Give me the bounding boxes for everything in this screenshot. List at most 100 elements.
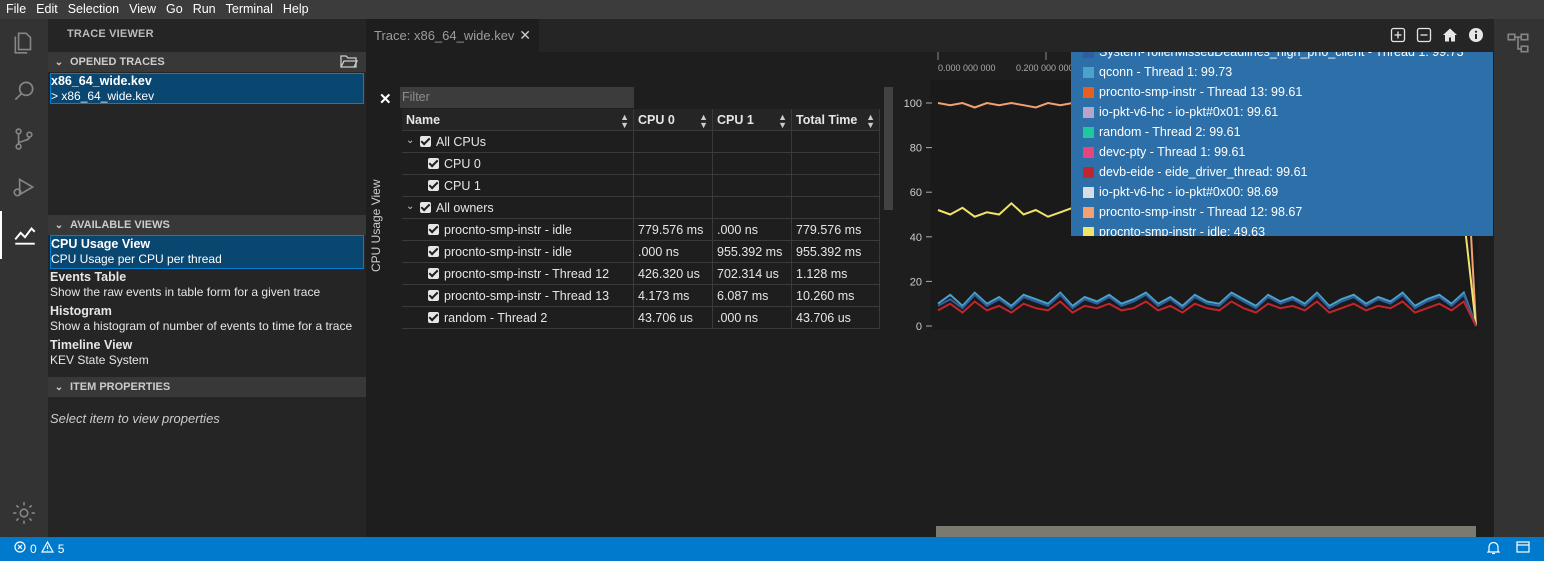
- problems-indicator[interactable]: 0 5: [14, 540, 64, 556]
- legend-item: qconn - Thread 1: 99.73: [1083, 62, 1232, 82]
- view-item-events-table[interactable]: Events Table Show the raw events in tabl…: [50, 270, 364, 300]
- cpu1-cell: .000 ns: [713, 219, 792, 241]
- explorer-icon[interactable]: [0, 19, 48, 67]
- run-debug-icon[interactable]: [0, 163, 48, 211]
- legend-swatch: [1083, 146, 1094, 158]
- menu-file[interactable]: File: [0, 0, 31, 19]
- y-tick-label: 20: [910, 276, 922, 288]
- table-row[interactable]: procnto-smp-instr - idle .000 ns 955.392 m…: [402, 241, 880, 263]
- table-scrollbar[interactable]: [884, 87, 893, 210]
- view-item-timeline[interactable]: Timeline View KEV State System: [50, 338, 364, 368]
- table-row[interactable]: procnto-smp-instr - Thread 12 426.320 us 7…: [402, 263, 880, 285]
- available-views-header[interactable]: ⌄ AVAILABLE VIEWS: [48, 215, 366, 235]
- menu-terminal[interactable]: Terminal: [221, 0, 278, 19]
- row-checkbox[interactable]: [428, 290, 439, 301]
- trace-item[interactable]: x86_64_wide.kev > x86_64_wide.kev: [50, 73, 364, 104]
- view-item-cpu-usage[interactable]: CPU Usage View CPU Usage per CPU per thr…: [50, 235, 364, 269]
- table-row[interactable]: procnto-smp-instr - idle 779.576 ms .000 n…: [402, 219, 880, 241]
- cpu1-cell: [713, 197, 792, 219]
- row-checkbox[interactable]: [428, 312, 439, 323]
- editor-tab-bar: Trace: x86_64_wide.kev ✕: [366, 19, 1494, 52]
- filter-input[interactable]: Filter: [400, 87, 634, 108]
- view-item-histogram[interactable]: Histogram Show a histogram of number of …: [50, 304, 364, 334]
- name-cell: CPU 0: [402, 153, 634, 175]
- zoom-in-icon[interactable]: [1390, 27, 1406, 43]
- chevron-down-icon: ⌄: [54, 381, 64, 393]
- total-cell: 955.392 ms: [792, 241, 880, 263]
- row-name: procnto-smp-instr - idle: [444, 223, 572, 237]
- outline-icon[interactable]: [1494, 19, 1542, 67]
- expand-chevron-icon[interactable]: ⌄: [406, 131, 420, 152]
- opened-traces-header[interactable]: ⌄ OPENED TRACES: [48, 52, 366, 72]
- expand-chevron-icon[interactable]: ⌄: [406, 197, 420, 218]
- sort-icon[interactable]: ▲ ▼: [699, 113, 708, 130]
- table-header: Name ▲ ▼ CPU 0 ▲ ▼ CPU 1 ▲ ▼ Total Time ▲ ▼: [402, 109, 880, 131]
- view-name: Timeline View: [50, 338, 133, 352]
- trace-viewer-icon[interactable]: [0, 211, 48, 259]
- activity-bar: [0, 19, 48, 537]
- y-tick-label: 80: [910, 143, 922, 155]
- total-cell: [792, 131, 880, 153]
- warning-icon: [40, 540, 54, 556]
- menu-go[interactable]: Go: [161, 0, 188, 19]
- table-row[interactable]: CPU 0: [402, 153, 880, 175]
- row-checkbox[interactable]: [428, 268, 439, 279]
- search-icon[interactable]: [0, 67, 48, 115]
- menu-selection[interactable]: Selection: [63, 0, 124, 19]
- row-checkbox[interactable]: [420, 136, 431, 147]
- menu-run[interactable]: Run: [188, 0, 221, 19]
- legend-swatch: [1083, 166, 1094, 178]
- sort-icon[interactable]: ▲ ▼: [778, 113, 787, 130]
- column-header[interactable]: CPU 0 ▲ ▼: [634, 109, 713, 131]
- source-control-icon[interactable]: [0, 115, 48, 163]
- menu-view[interactable]: View: [124, 0, 161, 19]
- menu-help[interactable]: Help: [278, 0, 314, 19]
- zoom-out-icon[interactable]: [1416, 27, 1432, 43]
- item-properties-header[interactable]: ⌄ ITEM PROPERTIES: [48, 377, 366, 397]
- gear-icon[interactable]: [0, 489, 48, 537]
- item-properties-label: ITEM PROPERTIES: [70, 381, 171, 393]
- menu-edit[interactable]: Edit: [31, 0, 63, 19]
- row-name: procnto-smp-instr - idle: [444, 245, 572, 259]
- table-row[interactable]: ⌄ All CPUs: [402, 131, 880, 153]
- total-cell: 1.128 ms: [792, 263, 880, 285]
- row-checkbox[interactable]: [428, 224, 439, 235]
- legend-label: procnto-smp-instr - idle: 49.63: [1099, 225, 1266, 236]
- sort-icon[interactable]: ▲ ▼: [866, 113, 875, 130]
- name-cell: ⌄ All owners: [402, 197, 634, 219]
- legend-label: devb-eide - eide_driver_thread: 99.61: [1099, 165, 1308, 179]
- trace-name: x86_64_wide.kev: [51, 74, 152, 88]
- view-name: Histogram: [50, 304, 112, 318]
- open-folder-icon[interactable]: [340, 54, 359, 72]
- total-cell: [792, 197, 880, 219]
- row-checkbox[interactable]: [428, 180, 439, 191]
- table-row[interactable]: procnto-smp-instr - Thread 13 4.173 ms 6.0…: [402, 285, 880, 307]
- legend-swatch: [1083, 66, 1094, 78]
- legend-item: io-pkt-v6-hc - io-pkt#0x00: 98.69: [1083, 182, 1278, 202]
- right-activity-bar: [1494, 19, 1544, 537]
- sort-icon[interactable]: ▲ ▼: [620, 113, 629, 130]
- home-icon[interactable]: [1442, 27, 1458, 43]
- layout-icon[interactable]: [1516, 541, 1530, 558]
- column-header[interactable]: CPU 1 ▲ ▼: [713, 109, 792, 131]
- table-row[interactable]: CPU 1: [402, 175, 880, 197]
- view-name: CPU Usage View: [51, 237, 151, 251]
- name-cell: ⌄ All CPUs: [402, 131, 634, 153]
- row-checkbox[interactable]: [428, 246, 439, 257]
- bell-icon[interactable]: [1486, 541, 1501, 558]
- table-row[interactable]: ⌄ All owners: [402, 197, 880, 219]
- error-icon: [14, 541, 26, 556]
- row-checkbox[interactable]: [428, 158, 439, 169]
- legend-item: devc-pty - Thread 1: 99.61: [1083, 142, 1245, 162]
- legend-label: procnto-smp-instr - Thread 13: 99.61: [1099, 85, 1303, 99]
- column-header[interactable]: Total Time ▲ ▼: [792, 109, 880, 131]
- error-count: 0: [30, 541, 37, 556]
- sidebar-title: TRACE VIEWER: [67, 28, 154, 40]
- row-checkbox[interactable]: [420, 202, 431, 213]
- tab-trace[interactable]: Trace: x86_64_wide.kev ✕: [366, 19, 539, 52]
- info-icon[interactable]: [1468, 27, 1484, 43]
- table-row[interactable]: random - Thread 2 43.706 us .000 ns 43.706 …: [402, 307, 880, 329]
- close-icon[interactable]: ✕: [519, 27, 531, 44]
- column-header[interactable]: Name ▲ ▼: [402, 109, 634, 131]
- close-view-icon[interactable]: ✕: [379, 90, 392, 108]
